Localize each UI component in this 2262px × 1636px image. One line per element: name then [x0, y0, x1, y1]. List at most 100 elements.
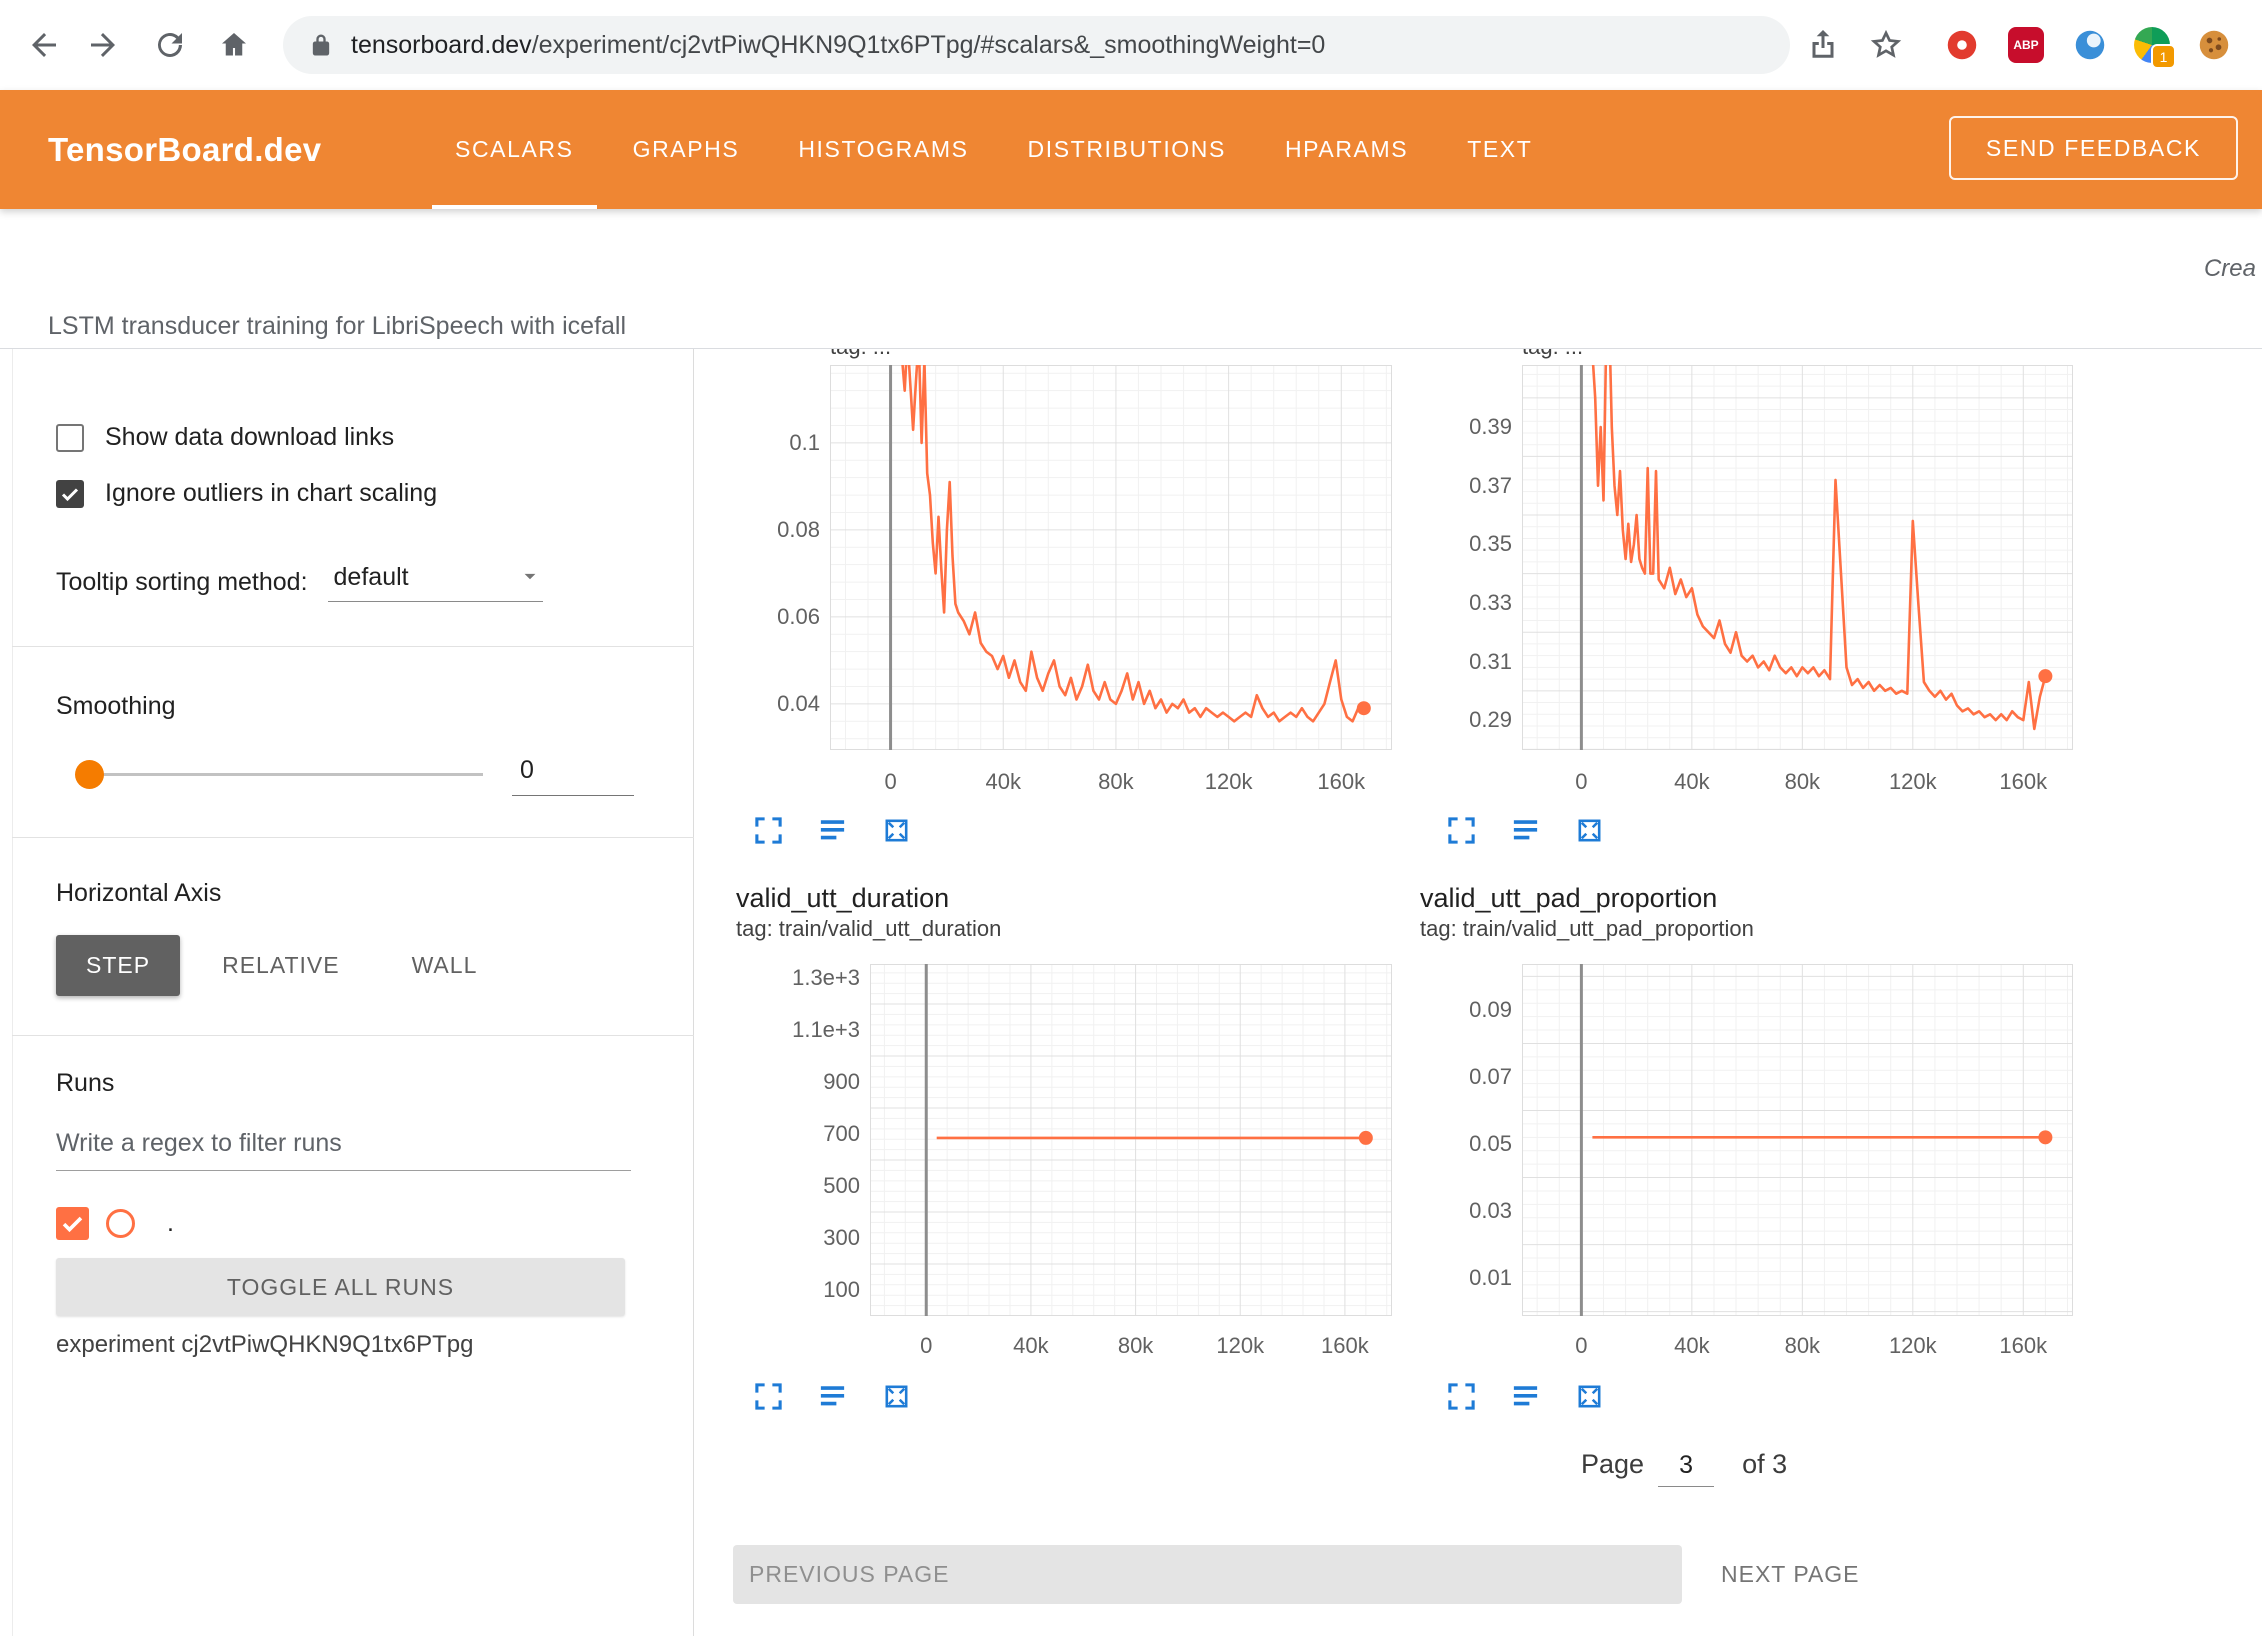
toggle-all-runs-button[interactable]: TOGGLE ALL RUNS [56, 1258, 625, 1316]
horizontal-axis-label-row: Horizontal Axis [56, 879, 221, 908]
expand-chart-icon[interactable] [1446, 815, 1477, 846]
chart-plot-valid_utt_pad_proportion[interactable] [1522, 964, 2073, 1316]
back-icon[interactable] [26, 27, 62, 63]
tooltip-sorting-dropdown[interactable]: default [328, 563, 543, 602]
notification-badge: 1 [2151, 44, 2176, 69]
previous-page-button[interactable]: PREVIOUS PAGE [733, 1545, 1682, 1604]
tab-distributions[interactable]: DISTRIBUTIONS [1003, 90, 1251, 209]
expand-chart-icon[interactable] [753, 1381, 784, 1412]
x-tick-label: 0 [851, 768, 931, 796]
divider [12, 837, 694, 838]
chart-title-valid_utt_duration: valid_utt_duration [736, 883, 949, 914]
run-row: . [56, 1207, 174, 1240]
y-tick-label: 1.1e+3 [768, 1017, 860, 1043]
experiment-id-label: experiment cj2vtPiwQHKN9Q1tx6PTpg [56, 1331, 474, 1359]
axis-option-relative[interactable]: RELATIVE [192, 935, 370, 996]
chart-title-valid_utt_pad_proportion: valid_utt_pad_proportion [1420, 883, 1717, 914]
data-lines-icon[interactable] [817, 815, 848, 846]
page-number-input[interactable] [1658, 1450, 1714, 1487]
y-tick-label: 0.01 [1420, 1265, 1512, 1291]
data-lines-icon[interactable] [817, 1381, 848, 1412]
expand-chart-icon[interactable] [1446, 1381, 1477, 1412]
chart-plot-valid_utt_duration[interactable] [870, 964, 1392, 1316]
tab-text[interactable]: TEXT [1442, 90, 1557, 209]
y-tick-label: 0.37 [1420, 473, 1512, 499]
fit-to-data-icon[interactable] [881, 1381, 912, 1412]
chart-plot-top-right-clipped[interactable] [1522, 365, 2073, 750]
tab-hparams[interactable]: HPARAMS [1260, 90, 1433, 209]
expand-chart-icon[interactable] [753, 815, 784, 846]
x-tick-label: 80k [1762, 768, 1842, 796]
axis-option-step[interactable]: STEP [56, 935, 180, 996]
y-tick-label: 0.06 [728, 604, 820, 630]
x-tick-label: 160k [1301, 768, 1381, 796]
axis-option-wall[interactable]: WALL [382, 935, 508, 996]
x-tick-label: 80k [1762, 1332, 1842, 1360]
experiment-description: LSTM transducer training for LibriSpeech… [48, 312, 626, 341]
x-tick-label: 160k [1305, 1332, 1385, 1360]
charts-area: Page of 3 PREVIOUS PAGE NEXT PAGE tag: .… [695, 349, 2262, 1636]
y-tick-label: 0.29 [1420, 707, 1512, 733]
y-tick-label: 0.05 [1420, 1131, 1512, 1157]
fit-to-data-icon[interactable] [1574, 1381, 1605, 1412]
extension-red-circle-icon[interactable] [1944, 27, 1980, 63]
x-tick-label: 40k [963, 768, 1043, 796]
show-download-checkbox[interactable] [56, 424, 84, 452]
chart-plot-top-left-clipped[interactable] [830, 365, 1392, 750]
ignore-outliers-row: Ignore outliers in chart scaling [56, 479, 437, 508]
profile-avatar[interactable]: 1 [2134, 27, 2170, 63]
divider [12, 646, 694, 647]
clipped-chart-subtitle: tag: ... [830, 349, 1250, 363]
runs-filter-input[interactable] [56, 1129, 631, 1171]
tab-scalars[interactable]: SCALARS [430, 90, 599, 209]
run-color-swatch [106, 1209, 135, 1238]
app-logo[interactable]: TensorBoard.dev [48, 90, 321, 209]
forward-icon[interactable] [85, 27, 121, 63]
clipped-right-text: Crea [2204, 255, 2256, 283]
share-icon[interactable] [1805, 27, 1841, 63]
y-tick-label: 0.39 [1420, 414, 1512, 440]
fit-to-data-icon[interactable] [1574, 815, 1605, 846]
cookie-icon[interactable] [2196, 27, 2232, 63]
extension-blue-circle-icon[interactable] [2072, 27, 2108, 63]
send-feedback-button[interactable]: SEND FEEDBACK [1949, 116, 2238, 180]
smoothing-value-input[interactable]: 0 [512, 756, 634, 796]
data-lines-icon[interactable] [1510, 815, 1541, 846]
x-tick-label: 120k [1189, 768, 1269, 796]
chevron-down-icon [517, 563, 543, 589]
y-tick-label: 300 [768, 1225, 860, 1251]
extension-abp-icon[interactable]: ABP [2008, 27, 2044, 63]
clipped-chart-subtitle: tag: ... [1522, 349, 1942, 363]
home-icon[interactable] [216, 27, 252, 63]
browser-toolbar: tensorboard.dev/experiment/cj2vtPiwQHKN9… [0, 0, 2262, 90]
next-page-button[interactable]: NEXT PAGE [1715, 1545, 1866, 1604]
smoothing-label-row: Smoothing [56, 692, 176, 721]
reload-icon[interactable] [152, 27, 188, 63]
y-tick-label: 100 [768, 1277, 860, 1303]
smoothing-label: Smoothing [56, 692, 176, 721]
ignore-outliers-checkbox[interactable] [56, 480, 84, 508]
y-tick-label: 0.08 [728, 517, 820, 543]
x-tick-label: 40k [1652, 1332, 1732, 1360]
data-lines-icon[interactable] [1510, 1381, 1541, 1412]
fit-to-data-icon[interactable] [881, 815, 912, 846]
tab-histograms[interactable]: HISTOGRAMS [773, 90, 993, 209]
y-tick-label: 0.04 [728, 691, 820, 717]
y-tick-label: 0.35 [1420, 531, 1512, 557]
smoothing-slider-knob[interactable] [75, 760, 104, 789]
run-checkbox[interactable] [56, 1207, 89, 1240]
bookmark-star-icon[interactable] [1868, 27, 1904, 63]
y-tick-label: 0.07 [1420, 1064, 1512, 1090]
content-top-divider [0, 348, 2262, 349]
x-tick-label: 120k [1200, 1332, 1280, 1360]
smoothing-slider[interactable] [79, 773, 483, 776]
tensorboard-header: TensorBoard.dev SCALARSGRAPHSHISTOGRAMSD… [0, 90, 2262, 209]
y-tick-label: 1.3e+3 [768, 965, 860, 991]
chart-subtitle-valid_utt_duration: tag: train/valid_utt_duration [736, 916, 1001, 942]
x-tick-label: 160k [1983, 1332, 2063, 1360]
url-text: tensorboard.dev/experiment/cj2vtPiwQHKN9… [351, 31, 1325, 60]
screen: tensorboard.dev/experiment/cj2vtPiwQHKN9… [0, 0, 2262, 1636]
tab-graphs[interactable]: GRAPHS [608, 90, 765, 209]
page-label: Page [1581, 1449, 1644, 1480]
address-bar[interactable]: tensorboard.dev/experiment/cj2vtPiwQHKN9… [283, 16, 1790, 74]
